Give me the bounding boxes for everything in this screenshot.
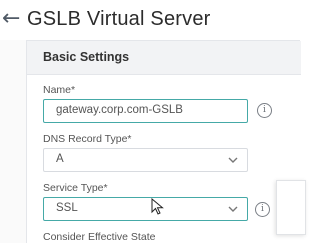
dns-record-type-select[interactable]: A <box>43 148 248 172</box>
panel-title: Basic Settings <box>43 50 130 64</box>
dns-record-type-label: DNS Record Type* <box>43 133 132 145</box>
mouse-cursor-icon <box>151 198 164 215</box>
consider-effective-state-label: Consider Effective State <box>43 231 156 243</box>
service-type-select[interactable]: SSL <box>43 197 248 221</box>
back-arrow-icon[interactable]: ← <box>2 7 24 31</box>
service-type-info-icon[interactable]: i <box>255 202 270 217</box>
dns-record-type-value: A <box>56 153 64 165</box>
tooltip-popover <box>276 180 306 235</box>
name-input-value: gateway.corp.com-GSLB <box>56 104 183 116</box>
page-title: GSLB Virtual Server <box>27 8 211 30</box>
name-info-icon[interactable]: i <box>257 103 272 118</box>
panel-header: Basic Settings <box>27 41 301 75</box>
service-type-value: SSL <box>56 202 78 214</box>
service-type-label: Service Type* <box>43 182 108 194</box>
chevron-down-icon <box>228 206 238 212</box>
name-label: Name* <box>43 84 76 96</box>
chevron-down-icon <box>228 157 238 163</box>
name-input[interactable]: gateway.corp.com-GSLB <box>43 99 248 123</box>
page: ← GSLB Virtual Server Basic Settings Nam… <box>0 0 306 243</box>
page-header: ← GSLB Virtual Server <box>0 0 300 40</box>
